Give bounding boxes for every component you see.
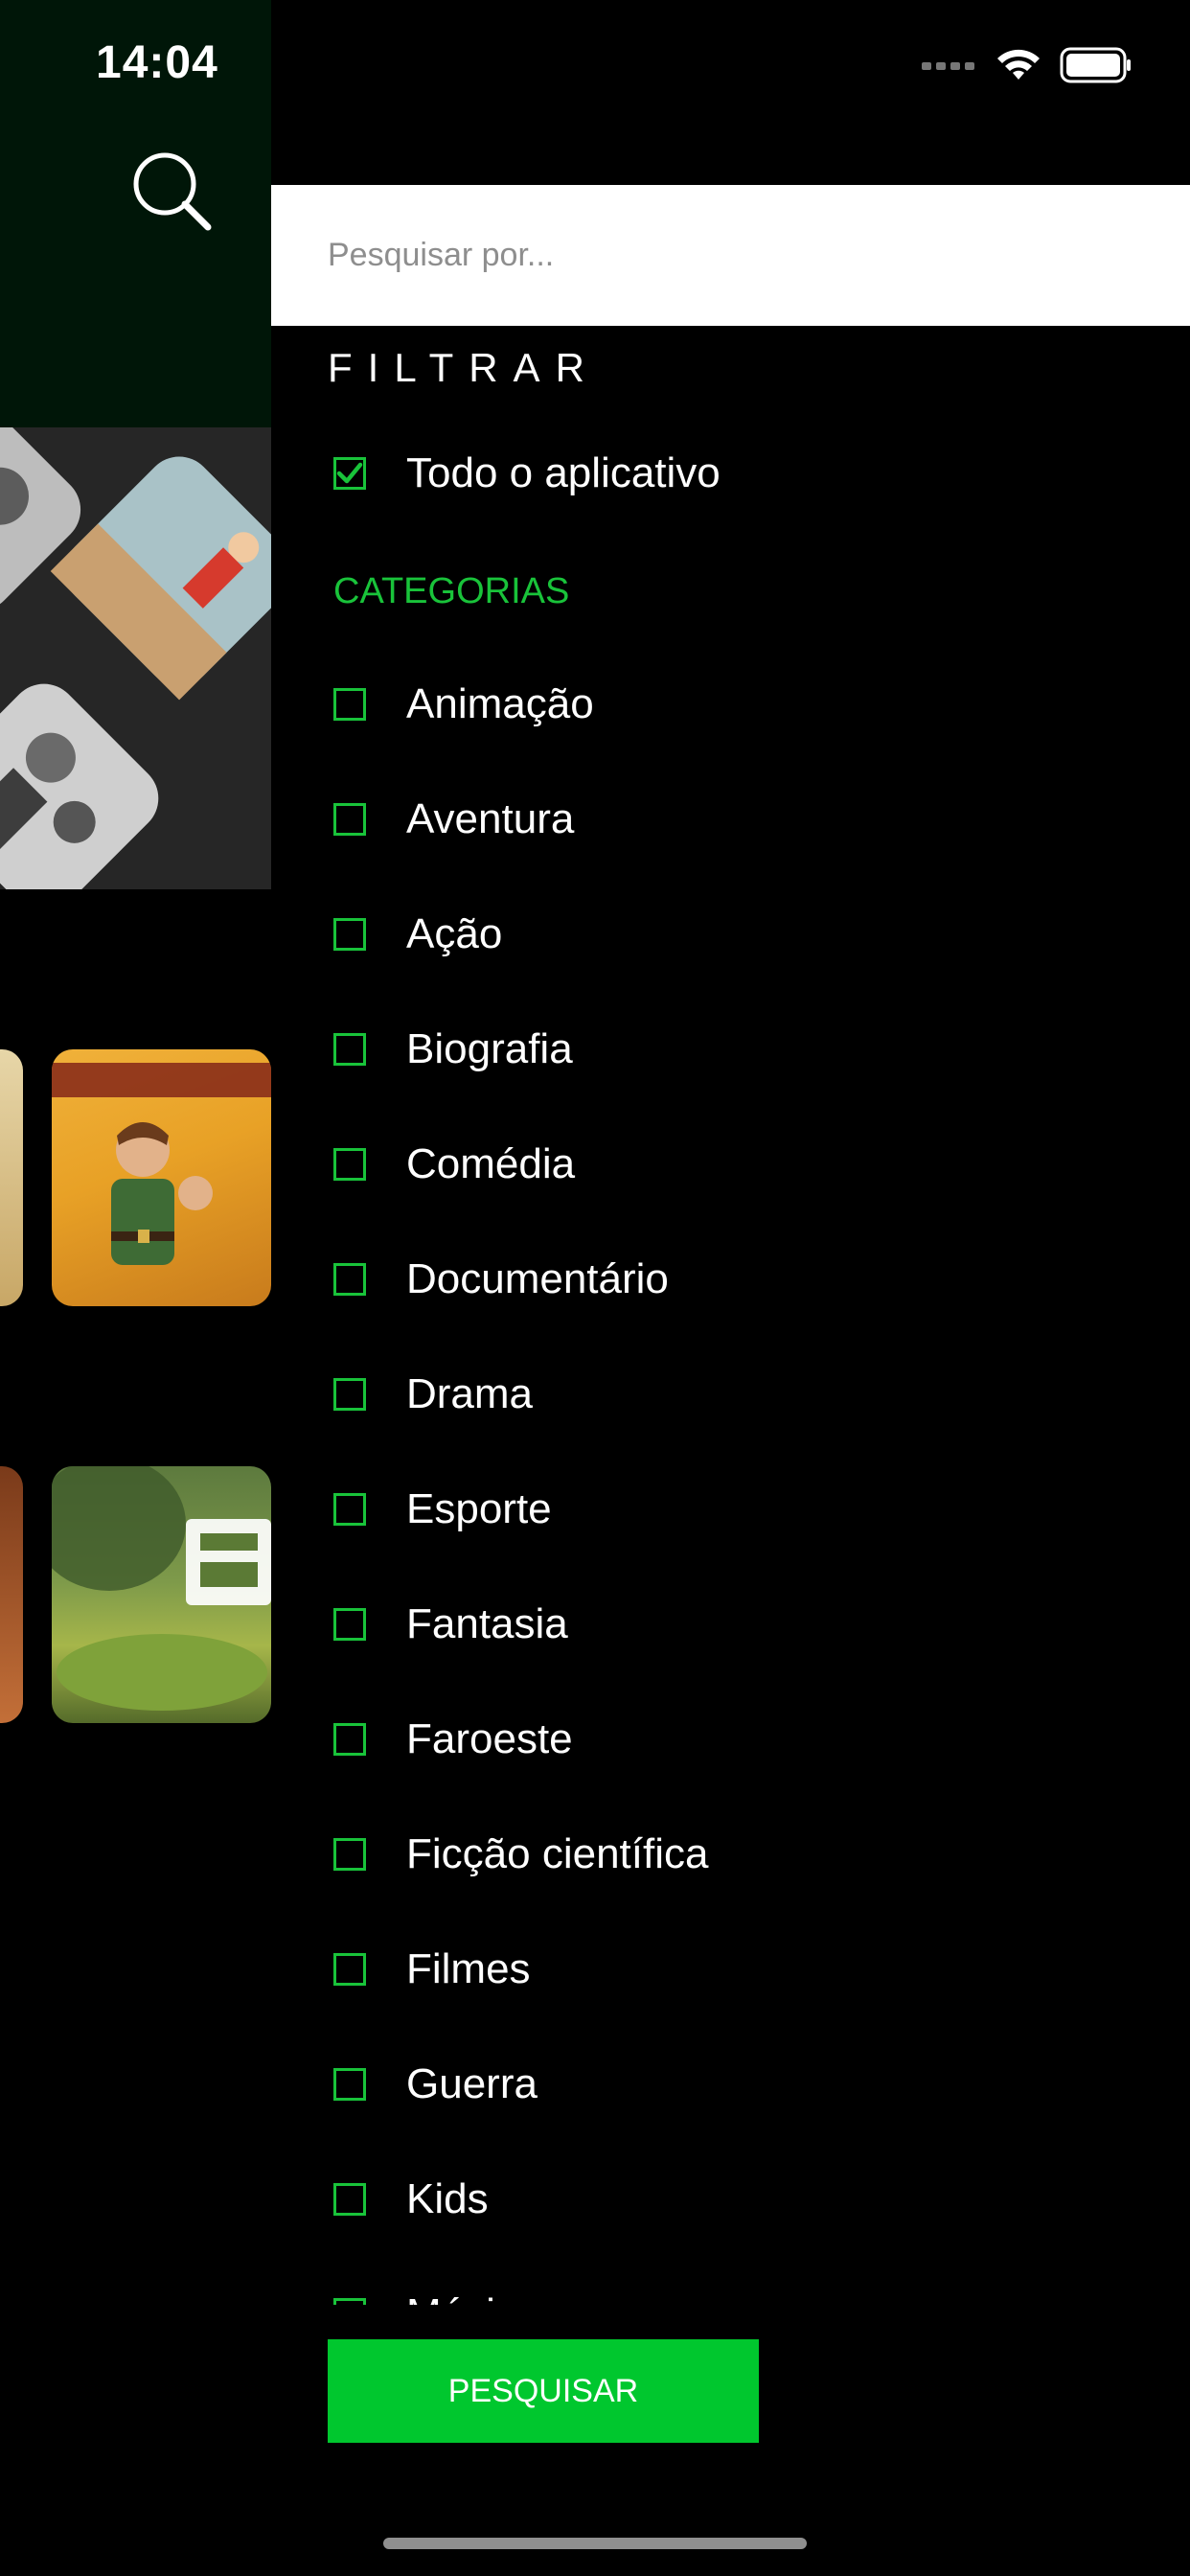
search-input[interactable] [271, 185, 1190, 326]
category-item[interactable]: Kids [333, 2171, 489, 2228]
category-label: Drama [406, 1370, 534, 1417]
status-icons [922, 46, 1133, 84]
category-checkbox[interactable] [333, 2183, 366, 2216]
search-button[interactable]: PESQUISAR [328, 2339, 759, 2443]
screen: 14:04 Pesquisar por... FILTRAR Todo o ap… [0, 0, 1190, 2576]
category-item[interactable]: Faroeste [333, 1711, 573, 1768]
movie-poster[interactable] [52, 1049, 271, 1306]
search-icon[interactable] [129, 149, 216, 235]
movie-poster[interactable] [52, 1466, 271, 1723]
filter-option-label: Todo o aplicativo [406, 449, 721, 496]
status-time: 14:04 [96, 37, 218, 88]
wifi-icon [997, 49, 1040, 80]
category-label: Guerra [406, 2060, 538, 2107]
category-label: Kids [406, 2175, 489, 2222]
category-list[interactable]: Animação Aventura Ação Biografia Comédia… [271, 652, 1190, 2305]
category-checkbox[interactable] [333, 1378, 366, 1411]
category-label: Ação [406, 910, 503, 957]
movie-poster[interactable] [0, 1466, 23, 1723]
battery-icon [1060, 47, 1131, 83]
category-item[interactable]: Ficção científica [333, 1826, 708, 1883]
collage-art [0, 427, 271, 889]
filter-option-all-app[interactable]: Todo o aplicativo [333, 445, 721, 502]
category-checkbox[interactable] [333, 1033, 366, 1066]
home-indicator[interactable] [383, 2538, 807, 2549]
category-label: Música [406, 2290, 539, 2305]
category-item[interactable]: Filmes [333, 1941, 531, 1998]
category-item[interactable]: Documentário [333, 1251, 669, 1308]
filter-drawer: FILTRAR Todo o aplicativo CATEGORIAS Ani… [271, 0, 1190, 2576]
checkmark-icon [336, 462, 363, 484]
category-checkbox[interactable] [333, 2298, 366, 2305]
category-label: Animação [406, 680, 594, 727]
signal-icon [922, 62, 974, 70]
background-header: 14:04 [0, 0, 271, 427]
category-checkbox[interactable] [333, 1608, 366, 1641]
category-label: Filmes [406, 1945, 531, 1992]
category-label: Aventura [406, 795, 575, 842]
category-checkbox[interactable] [333, 1263, 366, 1296]
category-label: Fantasia [406, 1600, 568, 1647]
category-checkbox[interactable] [333, 803, 366, 836]
checkbox-all-app[interactable] [333, 457, 366, 490]
poster-art [52, 1063, 271, 1265]
category-checkbox[interactable] [333, 688, 366, 721]
category-label: Comédia [406, 1140, 576, 1187]
movie-poster[interactable] [0, 1049, 23, 1306]
category-item[interactable]: Ação [333, 906, 502, 963]
category-item[interactable]: Comédia [333, 1136, 575, 1193]
category-item[interactable]: Fantasia [333, 1596, 568, 1653]
category-checkbox[interactable] [333, 1493, 366, 1526]
filter-title: FILTRAR [328, 345, 600, 390]
poster-art [52, 1466, 271, 1711]
category-item[interactable]: Drama [333, 1366, 533, 1423]
category-label: Esporte [406, 1485, 552, 1532]
category-checkbox[interactable] [333, 1148, 366, 1181]
category-item[interactable]: Esporte [333, 1481, 552, 1538]
category-item[interactable]: Guerra [333, 2056, 538, 2113]
category-label: Documentário [406, 1255, 669, 1302]
category-label: Faroeste [406, 1715, 573, 1762]
category-checkbox[interactable] [333, 1723, 366, 1756]
category-checkbox[interactable] [333, 2068, 366, 2101]
category-item[interactable]: Música [333, 2286, 539, 2305]
category-label: Biografia [406, 1025, 573, 1072]
category-item[interactable]: Biografia [333, 1021, 573, 1078]
categories-title: CATEGORIAS [333, 571, 570, 611]
category-checkbox[interactable] [333, 1838, 366, 1871]
category-item[interactable]: Animação [333, 676, 594, 733]
category-checkbox[interactable] [333, 918, 366, 951]
category-checkbox[interactable] [333, 1953, 366, 1986]
featured-banner-image[interactable] [0, 427, 271, 889]
category-label: Ficção científica [406, 1830, 709, 1877]
category-item[interactable]: Aventura [333, 791, 574, 848]
